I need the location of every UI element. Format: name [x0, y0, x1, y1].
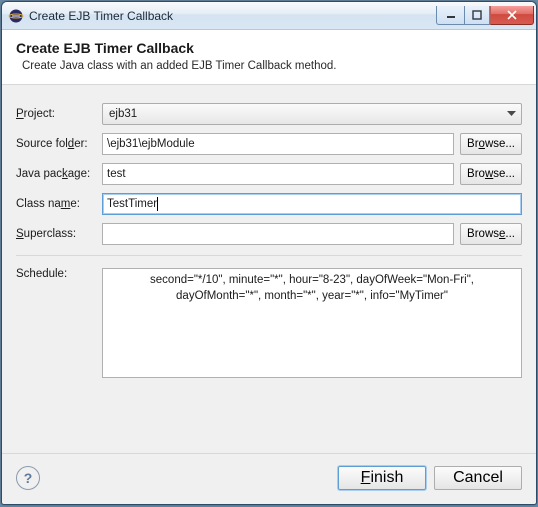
- source-folder-input[interactable]: [102, 133, 454, 155]
- minimize-button[interactable]: [436, 6, 464, 25]
- dialog-body: Project: ejb31 Source folder: Browse... …: [2, 85, 536, 453]
- superclass-browse-button[interactable]: Browse...: [460, 223, 522, 245]
- java-package-browse-button[interactable]: Browse...: [460, 163, 522, 185]
- text-caret-icon: [157, 197, 158, 211]
- dialog-header: Create EJB Timer Callback Create Java cl…: [2, 30, 536, 85]
- help-icon: ?: [24, 470, 33, 486]
- project-row: Project: ejb31: [16, 103, 522, 125]
- superclass-row: Superclass: Browse...: [16, 223, 522, 245]
- window-title: Create EJB Timer Callback: [29, 9, 436, 23]
- close-button[interactable]: [490, 6, 534, 25]
- maximize-button[interactable]: [464, 6, 490, 25]
- project-select[interactable]: ejb31: [102, 103, 522, 125]
- project-select-value: ejb31: [109, 108, 137, 120]
- page-subtitle: Create Java class with an added EJB Time…: [22, 60, 522, 72]
- eclipse-icon: [8, 8, 24, 24]
- window-buttons: [436, 6, 534, 25]
- page-title: Create EJB Timer Callback: [16, 40, 522, 56]
- source-folder-label: Source folder:: [16, 138, 102, 150]
- java-package-label: Java package:: [16, 168, 102, 180]
- class-name-value: TestTimer: [107, 198, 157, 210]
- cancel-button[interactable]: Cancel: [434, 466, 522, 490]
- java-package-row: Java package: Browse...: [16, 163, 522, 185]
- dialog-window: Create EJB Timer Callback Create EJB Tim…: [1, 1, 537, 505]
- divider: [16, 255, 522, 256]
- project-label: Project:: [16, 108, 102, 120]
- titlebar[interactable]: Create EJB Timer Callback: [2, 2, 536, 30]
- superclass-input[interactable]: [102, 223, 454, 245]
- class-name-input[interactable]: TestTimer: [102, 193, 522, 215]
- class-name-label: Class name:: [16, 198, 102, 210]
- superclass-label: Superclass:: [16, 228, 102, 240]
- class-name-row: Class name: TestTimer: [16, 193, 522, 215]
- schedule-label: Schedule:: [16, 268, 102, 280]
- help-button[interactable]: ?: [16, 466, 40, 490]
- finish-button[interactable]: Finish: [338, 466, 426, 490]
- schedule-textarea[interactable]: second="*/10", minute="*", hour="8-23", …: [102, 268, 522, 378]
- source-folder-browse-button[interactable]: Browse...: [460, 133, 522, 155]
- source-folder-row: Source folder: Browse...: [16, 133, 522, 155]
- schedule-row: Schedule: second="*/10", minute="*", hou…: [16, 268, 522, 381]
- dialog-footer: ? Finish Cancel: [2, 453, 536, 504]
- java-package-input[interactable]: [102, 163, 454, 185]
